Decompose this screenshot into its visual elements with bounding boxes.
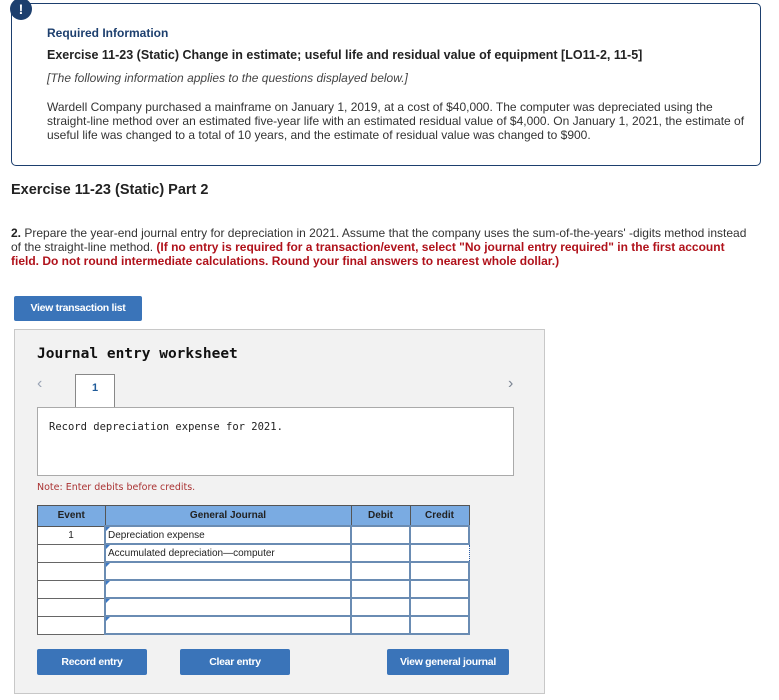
debit-input[interactable] [350,579,411,599]
event-cell: 1 [37,525,106,545]
dropdown-indicator-icon [106,563,110,567]
account-value: Accumulated depreciation—computer [108,547,275,559]
account-select[interactable]: Depreciation expense [104,525,352,545]
record-entry-button[interactable]: Record entry [37,649,147,675]
dropdown-indicator-icon [106,581,110,585]
dropdown-indicator-icon [106,527,110,531]
table-row: 1 Depreciation expense [37,525,470,545]
table-row [37,579,470,599]
credit-input[interactable] [409,597,470,617]
debit-input[interactable] [350,525,411,545]
column-header-debit: Debit [350,505,411,527]
credit-input[interactable] [409,579,470,599]
table-row [37,615,470,635]
column-header-general-journal: General Journal [104,505,352,527]
credit-input[interactable] [409,525,470,545]
exercise-body: Wardell Company purchased a mainframe on… [47,100,745,142]
account-select[interactable] [104,561,352,581]
clear-entry-button[interactable]: Clear entry [180,649,290,675]
event-cell [37,597,106,617]
question-text: 2. Prepare the year-end journal entry fo… [11,226,751,268]
debit-input[interactable] [350,597,411,617]
account-value: Depreciation expense [108,529,205,541]
column-header-event: Event [37,505,106,527]
credit-input[interactable] [409,543,470,563]
chevron-right-icon[interactable]: › [508,375,513,393]
debit-input[interactable] [350,543,411,563]
debit-input[interactable] [350,615,411,635]
transaction-description: Record depreciation expense for 2021. [49,421,283,433]
column-header-credit: Credit [409,505,470,527]
worksheet-tab-1[interactable]: 1 [75,374,115,407]
view-general-journal-button[interactable]: View general journal [387,649,509,675]
journal-entry-worksheet: Journal entry worksheet ‹ 1 › Record dep… [14,329,545,694]
part-title: Exercise 11-23 (Static) Part 2 [11,182,209,198]
event-cell [37,615,106,635]
general-journal-table: Event General Journal Debit Credit 1 Dep… [37,505,470,635]
exercise-subtitle: [The following information applies to th… [47,71,408,85]
alert-icon: ! [10,0,32,20]
required-information-panel: ! Required Information Exercise 11-23 (S… [10,0,761,166]
credit-input[interactable] [409,615,470,635]
question-number: 2. [11,226,22,240]
event-cell [37,543,106,563]
worksheet-title: Journal entry worksheet [37,346,238,362]
account-select[interactable] [104,597,352,617]
account-select[interactable]: Accumulated depreciation—computer [104,543,352,563]
account-select[interactable] [104,615,352,635]
table-row [37,561,470,581]
debits-before-credits-note: Note: Enter debits before credits. [37,482,196,493]
table-header-row: Event General Journal Debit Credit [37,505,470,527]
event-cell [37,561,106,581]
dropdown-indicator-icon [106,545,110,549]
event-cell [37,579,106,599]
table-row: Accumulated depreciation—computer [37,543,470,563]
table-row [37,597,470,617]
account-select[interactable] [104,579,352,599]
view-transaction-list-button[interactable]: View transaction list [14,296,142,321]
dropdown-indicator-icon [106,599,110,603]
transaction-description-box: Record depreciation expense for 2021. [37,407,514,476]
credit-input[interactable] [409,561,470,581]
exercise-title: Exercise 11-23 (Static) Change in estima… [47,48,643,62]
required-information-heading: Required Information [47,26,169,40]
debit-input[interactable] [350,561,411,581]
chevron-left-icon[interactable]: ‹ [37,375,42,393]
dropdown-indicator-icon [106,617,110,621]
